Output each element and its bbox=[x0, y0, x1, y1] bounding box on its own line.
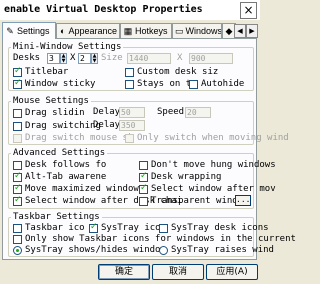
delay-label: Delay bbox=[93, 107, 121, 117]
ok-button[interactable]: 确定 bbox=[98, 264, 150, 280]
desks-x-separator: X bbox=[70, 53, 76, 63]
scroll-left-icon[interactable]: ◀ bbox=[234, 24, 246, 38]
systray-raises-radio[interactable]: SysTray raises wind bbox=[159, 244, 274, 256]
advanced-settings-group: Advanced Settings Desk follows fo Don't … bbox=[8, 148, 276, 209]
custom-desk-size-checkbox[interactable]: Custom desk siz bbox=[125, 66, 218, 78]
keyboard-icon: ▦ bbox=[123, 25, 133, 36]
checkbox-box bbox=[13, 66, 22, 77]
delay-label: Delay bbox=[93, 120, 121, 130]
properties-dialog: enable Virtual Desktop Properties × ✎ Se… bbox=[0, 0, 296, 284]
checkbox-box bbox=[125, 67, 134, 77]
systray-shows-hides-radio[interactable]: SysTray shows/hides window bbox=[13, 244, 166, 256]
title-bar: enable Virtual Desktop Properties × bbox=[0, 0, 260, 20]
tab-windows[interactable]: ▭ Windows bbox=[172, 23, 222, 38]
checkbox-box bbox=[139, 171, 148, 182]
autohide-checkbox[interactable]: Autohide bbox=[189, 78, 244, 90]
checkbox-box bbox=[13, 121, 22, 131]
group-title: Mouse Settings bbox=[11, 96, 91, 106]
size-label: Size bbox=[101, 53, 123, 63]
titlebar-checkbox[interactable]: Titlebar bbox=[13, 66, 68, 78]
tab-scroll-buttons: ◀ ▶ bbox=[234, 24, 258, 38]
move-maximized-checkbox[interactable]: Move maximized windows bbox=[13, 183, 144, 195]
desk-follows-focus-checkbox[interactable]: Desk follows fo bbox=[13, 159, 106, 171]
apply-button[interactable]: 应用(A) bbox=[206, 264, 258, 280]
tab-label: Settings bbox=[17, 26, 50, 36]
desks-rows-field[interactable]: 2 bbox=[78, 53, 91, 64]
cancel-button[interactable]: 取消 bbox=[152, 264, 204, 280]
desks-columns-spinner[interactable]: ▲ ▼ bbox=[60, 53, 67, 64]
drag-switch-mouse-checkbox[interactable]: Drag switch mouse sk bbox=[13, 132, 133, 144]
settings-icon: ✎ bbox=[6, 25, 14, 36]
checkbox-box bbox=[13, 195, 22, 206]
slide-delay-field[interactable]: 50 bbox=[119, 107, 145, 118]
tab-label: Windows bbox=[185, 26, 222, 36]
desks-columns-field[interactable]: 3 bbox=[47, 53, 60, 64]
checkbox-box bbox=[13, 223, 22, 233]
stays-on-top-checkbox[interactable]: Stays on t bbox=[125, 78, 191, 90]
dont-move-hung-checkbox[interactable]: Don't move hung windows bbox=[139, 159, 276, 171]
speed-label: Speed bbox=[157, 107, 185, 117]
tab-label: Hotkeys bbox=[135, 26, 168, 36]
checkbox-box bbox=[189, 79, 198, 89]
size-width-field[interactable]: 1440 bbox=[127, 53, 171, 64]
only-switch-moving-checkbox[interactable]: Only switch when moving wind bbox=[125, 132, 289, 144]
checkbox-box bbox=[13, 183, 22, 194]
appearance-icon: ◐ bbox=[60, 26, 66, 36]
group-title: Mini-Window Settings bbox=[11, 42, 124, 52]
checkbox-box bbox=[139, 160, 148, 170]
checkbox-box bbox=[13, 133, 22, 143]
tab-strip: ✎ Settings ◐ Appearance ▦ Hotkeys ▭ Wind… bbox=[2, 22, 258, 39]
desks-rows-spinner[interactable]: ▲ ▼ bbox=[91, 53, 98, 64]
switch-delay-field[interactable]: 350 bbox=[119, 120, 145, 131]
transparent-windows-checkbox[interactable]: Transparent windo bbox=[139, 195, 243, 207]
checkbox-box bbox=[139, 183, 148, 194]
window-title: enable Virtual Desktop Properties bbox=[4, 4, 203, 15]
checkbox-box bbox=[13, 78, 22, 89]
checkbox-box bbox=[125, 79, 134, 89]
alt-tab-aware-checkbox[interactable]: Alt-Tab awarene bbox=[13, 171, 106, 183]
slide-speed-field[interactable]: 20 bbox=[185, 107, 211, 118]
transparency-options-button[interactable]: ... bbox=[235, 195, 251, 206]
tab-label: Appearance bbox=[68, 26, 117, 36]
checkbox-box bbox=[159, 223, 168, 233]
group-title: Taskbar Settings bbox=[11, 212, 102, 222]
settings-panel: Mini-Window Settings Desks 3 ▲ ▼ X 2 ▲ ▼ S… bbox=[2, 38, 296, 260]
mouse-settings-group: Mouse Settings Drag slidin Delay 50 Spee… bbox=[8, 96, 289, 145]
desks-label: Desks bbox=[13, 53, 41, 63]
tab-appearance[interactable]: ◐ Appearance bbox=[56, 23, 120, 38]
checkbox-box bbox=[139, 196, 148, 206]
drag-sliding-checkbox[interactable]: Drag slidin bbox=[13, 107, 85, 119]
tab-hotkeys[interactable]: ▦ Hotkeys bbox=[120, 23, 172, 38]
window-sticky-checkbox[interactable]: Window sticky bbox=[13, 78, 95, 90]
checkbox-box bbox=[13, 171, 22, 182]
checkbox-box bbox=[13, 108, 22, 118]
checkbox-box bbox=[89, 222, 98, 233]
scroll-right-icon[interactable]: ▶ bbox=[246, 24, 258, 38]
select-after-move-checkbox[interactable]: Select window after mov bbox=[139, 183, 276, 195]
size-x-separator: X bbox=[177, 53, 183, 63]
tab-settings[interactable]: ✎ Settings bbox=[2, 22, 56, 39]
checkbox-box bbox=[13, 160, 22, 170]
radio-dot bbox=[13, 245, 22, 255]
group-title: Advanced Settings bbox=[11, 148, 108, 158]
drag-switching-checkbox[interactable]: Drag switching bbox=[13, 120, 101, 132]
desk-wrapping-checkbox[interactable]: Desk wrapping bbox=[139, 171, 221, 183]
taskbar-settings-group: Taskbar Settings Taskbar ico SysTray ico… bbox=[8, 212, 296, 257]
dialog-footer: 确定 取消 应用(A) bbox=[0, 262, 260, 284]
checkbox-box bbox=[125, 133, 134, 143]
overflow-tab-icon: ◆ bbox=[225, 25, 233, 36]
checkbox-box bbox=[13, 234, 22, 244]
radio-dot bbox=[159, 245, 168, 255]
close-button[interactable]: × bbox=[240, 2, 257, 19]
window-icon: ▭ bbox=[175, 25, 184, 36]
size-height-field[interactable]: 900 bbox=[189, 53, 233, 64]
mini-window-group: Mini-Window Settings Desks 3 ▲ ▼ X 2 ▲ ▼ S… bbox=[8, 42, 254, 91]
